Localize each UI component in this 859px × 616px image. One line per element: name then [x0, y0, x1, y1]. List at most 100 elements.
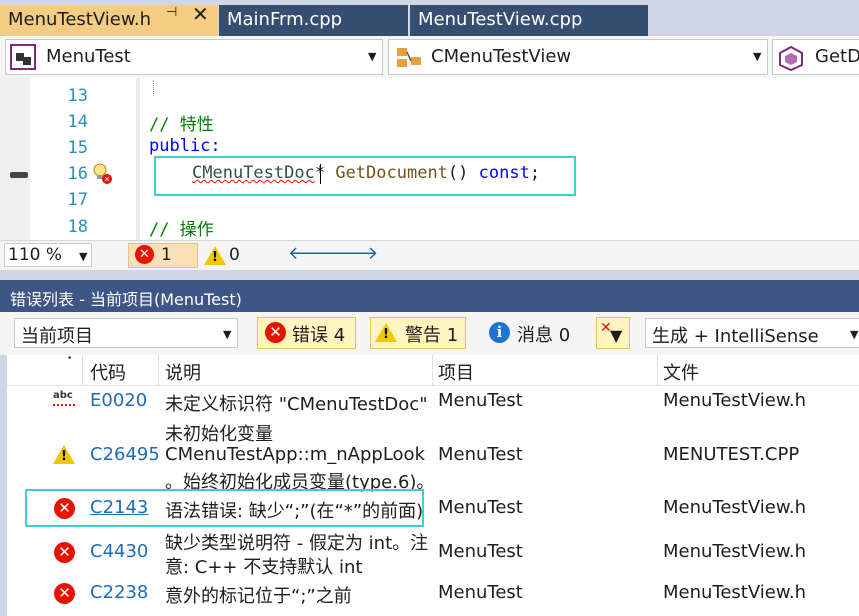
error-list-toolbar: 当前项目 ▼ ✕ 错误 4 ! 警告 1 i 消息 0 ✕ ▼ 生成 + Int… [0, 312, 859, 355]
scope-dropdown[interactable]: 当前项目 ▼ [14, 318, 238, 348]
member-name: GetD [815, 46, 859, 67]
error-description: 意: C++ 不支持默认 int [165, 557, 363, 578]
tab-label: MenuTestView.cpp [418, 9, 583, 30]
error-description: 意外的标记位于“;”之前 [165, 586, 352, 607]
column-header-code[interactable]: 代码 [90, 359, 126, 385]
errors-filter-button[interactable]: ✕ 错误 4 [257, 317, 356, 349]
chevron-down-icon: ▼ [223, 328, 232, 341]
class-name: CMenuTestView [431, 46, 572, 67]
table-row[interactable]: ✕ C4430 缺少类型说明符 - 假定为 int。注 意: C++ 不支持默认… [7, 527, 859, 579]
column-divider [82, 355, 83, 385]
line-number: 14 [67, 112, 88, 132]
tab-label: MainFrm.cpp [227, 9, 343, 30]
project-dropdown[interactable]: MenuTest ▼ [5, 39, 383, 75]
error-file: MenuTestView.h [663, 497, 807, 518]
pin-icon[interactable]: ⊣ [166, 5, 177, 20]
sort-icon[interactable]: ⠁ [67, 355, 76, 368]
warning-mark: ! [61, 449, 67, 464]
error-code[interactable]: C4430 [90, 541, 148, 562]
error-code[interactable]: C26495 [90, 444, 160, 465]
squiggle-mark [53, 404, 75, 406]
warning-count: 0 [229, 245, 240, 265]
margin-separator [136, 78, 140, 240]
error-file: MenuTestView.h [663, 390, 807, 411]
error-icon: ✕ [265, 322, 286, 343]
column-divider [158, 355, 159, 385]
build-filter-value: 生成 + IntelliSense [652, 326, 819, 347]
current-line-indicator-icon [10, 172, 28, 178]
error-description: 未初始化变量 [165, 424, 273, 445]
code-comment: // 操作 [149, 220, 214, 240]
tab-label: MenuTestView.h [8, 9, 152, 30]
errors-filter-label: 错误 4 [292, 325, 346, 346]
error-project: MenuTest [438, 444, 523, 465]
filter-toggle-button[interactable]: ✕ ▼ [596, 317, 630, 349]
chevron-down-icon: ▼ [368, 50, 377, 63]
project-icon [10, 44, 36, 70]
info-icon: i [489, 322, 510, 343]
tab-menutestview-cpp[interactable]: MenuTestView.cpp [410, 5, 648, 36]
zoom-level: 110 % [8, 245, 63, 265]
error-icon: ✕ [54, 542, 75, 563]
error-description: 未定义标识符 "CMenuTestDoc" [165, 394, 428, 415]
error-project: MenuTest [438, 541, 523, 562]
error-project: MenuTest [438, 390, 523, 411]
error-code[interactable]: C2238 [90, 582, 148, 603]
table-row[interactable]: ✕ C2143 语法错误: 缺少“;”(在“*”的前面) MenuTest Me… [7, 489, 859, 527]
tab-menutestview-h[interactable]: MenuTestView.h [0, 5, 218, 36]
error-list-title-bar: 错误列表 - 当前项目(MenuTest) [0, 280, 859, 312]
error-list-grid: ⠁ 代码 说明 项目 文件 abc E0020 未定义标识符 "CMenuTes… [7, 355, 859, 616]
svg-text:✕: ✕ [104, 175, 111, 184]
close-icon[interactable]: ✕ [192, 2, 209, 26]
funnel-icon: ▼ [610, 326, 623, 345]
code-keyword: public: [149, 136, 221, 156]
table-row[interactable]: ✕ C2238 意外的标记位于“;”之前 MenuTest MenuTestVi… [7, 579, 859, 611]
table-row[interactable]: ! C26495 未初始化变量 CMenuTestApp::m_nAppLook… [7, 417, 859, 493]
warnings-filter-button[interactable]: ! 警告 1 [370, 317, 466, 349]
grid-header: ⠁ 代码 说明 项目 文件 [7, 355, 859, 386]
zoom-dropdown[interactable]: 110 % ▼ [4, 243, 92, 267]
arrow-right-icon[interactable]: 🡒 [330, 243, 378, 264]
highlight-box [154, 156, 576, 196]
tab-mainfrm-cpp[interactable]: MainFrm.cpp [219, 5, 408, 36]
error-description: CMenuTestApp::m_nAppLook [165, 444, 425, 465]
warning-mark: ! [212, 250, 218, 265]
error-description: 缺少类型说明符 - 假定为 int。注 [165, 533, 429, 554]
column-header-file[interactable]: 文件 [663, 359, 699, 385]
document-tab-bar: MenuTestView.h ⊣ ✕ MainFrm.cpp MenuTestV… [0, 0, 859, 36]
project-name: MenuTest [46, 46, 131, 67]
error-project: MenuTest [438, 582, 523, 603]
error-count: 1 [161, 245, 172, 265]
class-icon [397, 48, 421, 67]
line-number: 15 [67, 138, 88, 158]
chevron-down-icon: ▼ [753, 50, 762, 63]
highlight-box [25, 489, 424, 527]
error-icon: ✕ [135, 245, 154, 264]
indent-guide [153, 80, 154, 96]
column-divider [657, 355, 658, 385]
error-list-title: 错误列表 - 当前项目(MenuTest) [10, 290, 242, 309]
lightbulb-error-icon[interactable]: ✕ [92, 162, 114, 186]
method-icon [779, 45, 803, 71]
build-filter-dropdown[interactable]: 生成 + IntelliSense ▼ [645, 318, 859, 348]
column-header-description[interactable]: 说明 [165, 359, 201, 385]
column-header-project[interactable]: 项目 [438, 359, 474, 385]
error-file: MenuTestView.h [663, 541, 807, 562]
abc-icon: abc [53, 390, 73, 401]
table-row[interactable]: abc E0020 未定义标识符 "CMenuTestDoc" MenuTest… [7, 386, 859, 416]
member-dropdown[interactable]: GetD [772, 39, 859, 75]
error-count-button[interactable]: ✕ 1 [128, 243, 198, 268]
editor-status-strip: 110 % ▼ ✕ 1 ! 0 🡐 🡒 [0, 240, 859, 270]
messages-filter-button[interactable]: i 消息 0 [484, 317, 580, 349]
messages-filter-label: 消息 0 [517, 325, 571, 346]
line-number: 13 [67, 86, 88, 106]
warnings-filter-label: 警告 1 [405, 325, 459, 346]
chevron-down-icon: ▼ [850, 328, 859, 341]
code-comment: // 特性 [149, 115, 214, 135]
error-project: MenuTest [438, 497, 523, 518]
line-number: 18 [67, 217, 88, 237]
error-code[interactable]: E0020 [90, 390, 147, 411]
code-editor[interactable]: 13 14 15 16 17 18 ✕ // 特性 public: CMenuT… [0, 78, 859, 240]
class-dropdown[interactable]: CMenuTestView ▼ [388, 39, 768, 75]
error-icon: ✕ [54, 583, 75, 604]
